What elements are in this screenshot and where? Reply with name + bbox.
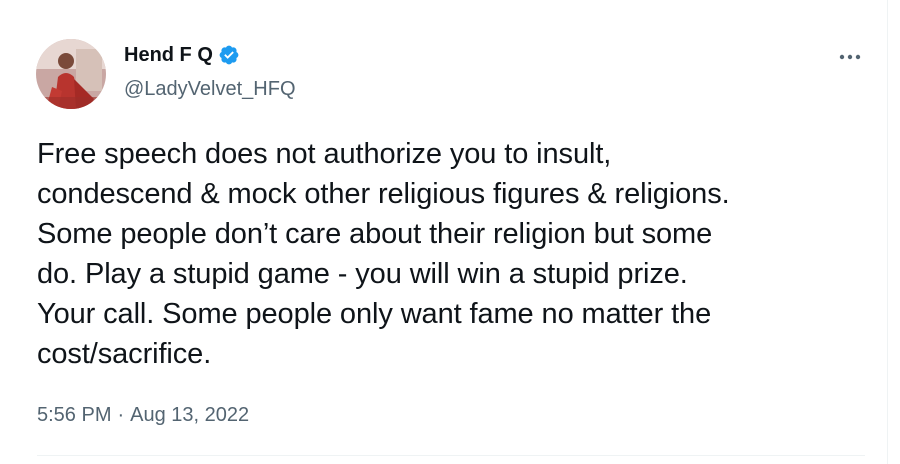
profile-photo-icon (36, 39, 106, 109)
more-options-button[interactable] (832, 42, 868, 72)
verified-badge-icon (218, 44, 240, 66)
tweet-time[interactable]: 5:56 PM (37, 402, 111, 428)
avatar[interactable] (36, 39, 106, 109)
tweet-card: Hend F Q @LadyVelvet_HFQ Free speech doe… (0, 0, 888, 464)
tweet-timestamp: 5:56 PM · Aug 13, 2022 (37, 402, 249, 428)
author-name-row[interactable]: Hend F Q (124, 42, 240, 68)
divider (37, 455, 865, 456)
tweet-date[interactable]: Aug 13, 2022 (130, 402, 249, 428)
author-display-name[interactable]: Hend F Q (124, 42, 213, 68)
tweet-text: Free speech does not authorize you to in… (37, 138, 730, 370)
author-handle[interactable]: @LadyVelvet_HFQ (124, 76, 296, 102)
more-horizontal-icon (839, 54, 861, 60)
meta-separator: · (117, 404, 125, 426)
